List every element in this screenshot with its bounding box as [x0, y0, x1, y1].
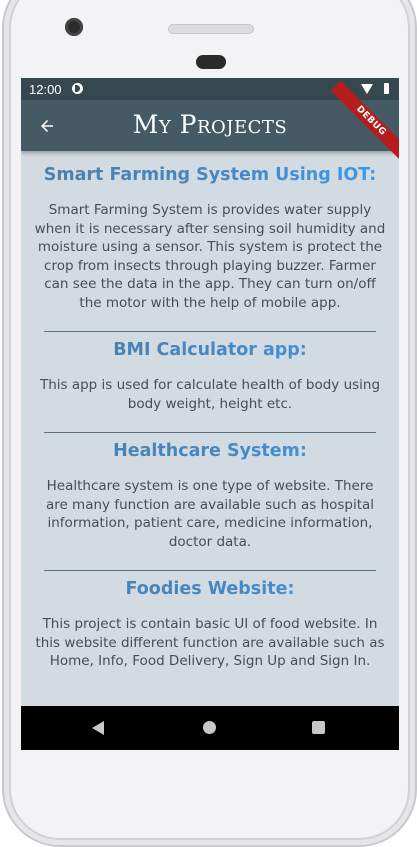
signal-icon	[361, 84, 373, 94]
app-bar: My Projects DEBUG	[21, 80, 399, 162]
project-description: This project is contain basic UI of food…	[35, 616, 385, 669]
project-title: BMI Calculator app:	[21, 340, 399, 360]
proximity-sensor	[196, 55, 226, 69]
project-item: BMI Calculator app: This app is used for…	[21, 332, 399, 413]
earpiece-speaker	[168, 24, 254, 34]
project-title: Foodies Website:	[21, 579, 399, 599]
nav-back-icon[interactable]	[92, 721, 104, 735]
page-title: My Projects	[132, 110, 288, 139]
project-description: Smart Farming System is provides water s…	[34, 202, 386, 311]
project-item: Foodies Website: This project is contain…	[21, 571, 399, 671]
projects-list[interactable]: Smart Farming System Using IOT: Smart Fa…	[21, 151, 399, 706]
project-title: Healthcare System:	[21, 441, 399, 461]
system-nav-bar	[21, 706, 399, 750]
project-description: Healthcare system is one type of website…	[45, 478, 375, 550]
project-item: Smart Farming System Using IOT: Smart Fa…	[21, 151, 399, 312]
battery-icon	[384, 83, 389, 94]
app-screen: 12:00 My Projects DEBUG Smart Farming Sy…	[21, 78, 399, 750]
project-title: Smart Farming System Using IOT:	[21, 165, 399, 185]
status-time: 12:00	[29, 82, 62, 97]
project-description: This app is used for calculate health of…	[39, 377, 381, 412]
nav-recent-apps-icon[interactable]	[312, 721, 325, 734]
front-camera	[65, 18, 83, 36]
nav-home-icon[interactable]	[203, 721, 216, 734]
project-item: Healthcare System: Healthcare system is …	[21, 433, 399, 551]
notification-icon	[72, 83, 83, 94]
